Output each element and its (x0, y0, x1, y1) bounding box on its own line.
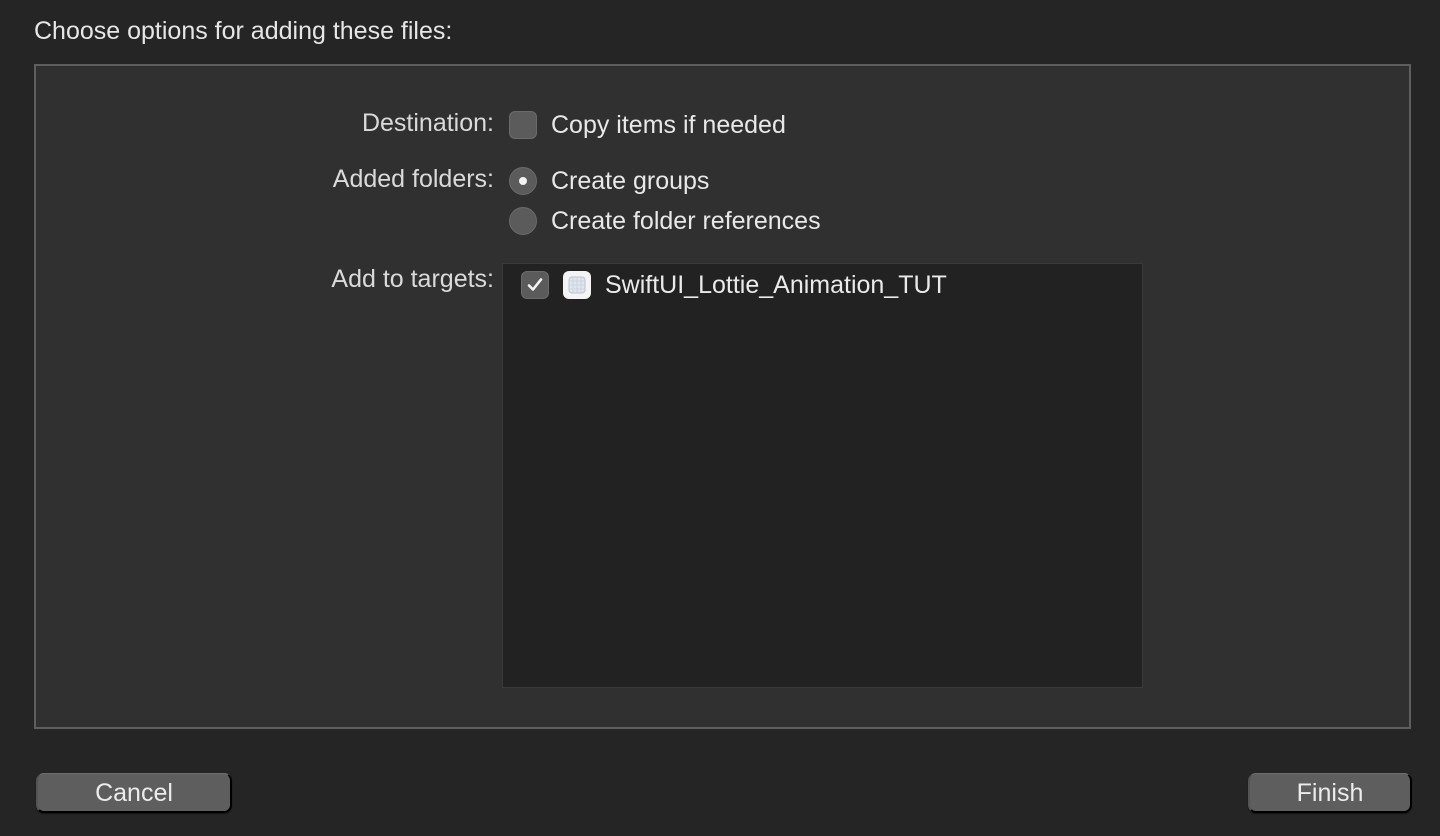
create-groups-option[interactable]: Create groups (509, 164, 709, 198)
targets-list[interactable]: SwiftUI_Lottie_Animation_TUT (502, 263, 1143, 688)
create-groups-label: Create groups (551, 167, 710, 195)
copy-items-option[interactable]: Copy items if needed (509, 108, 786, 142)
dialog-heading: Choose options for adding these files: (34, 17, 453, 45)
checkmark-icon (527, 278, 543, 291)
target-checkbox[interactable] (521, 271, 549, 299)
create-folder-references-option[interactable]: Create folder references (509, 204, 821, 238)
create-folder-references-label: Create folder references (551, 207, 821, 235)
destination-label: Destination: (361, 109, 494, 137)
copy-items-label: Copy items if needed (551, 111, 786, 139)
add-files-options-dialog: Choose options for adding these files: D… (0, 0, 1440, 836)
cancel-button[interactable]: Cancel (36, 773, 232, 813)
create-groups-radio[interactable] (509, 167, 537, 195)
target-name: SwiftUI_Lottie_Animation_TUT (605, 271, 947, 299)
app-target-icon (563, 271, 591, 299)
target-row[interactable]: SwiftUI_Lottie_Animation_TUT (521, 268, 947, 302)
add-to-targets-label: Add to targets: (331, 265, 494, 293)
added-folders-label: Added folders: (332, 165, 494, 193)
create-folder-references-radio[interactable] (509, 207, 537, 235)
finish-button[interactable]: Finish (1248, 773, 1412, 813)
copy-items-checkbox[interactable] (509, 111, 537, 139)
